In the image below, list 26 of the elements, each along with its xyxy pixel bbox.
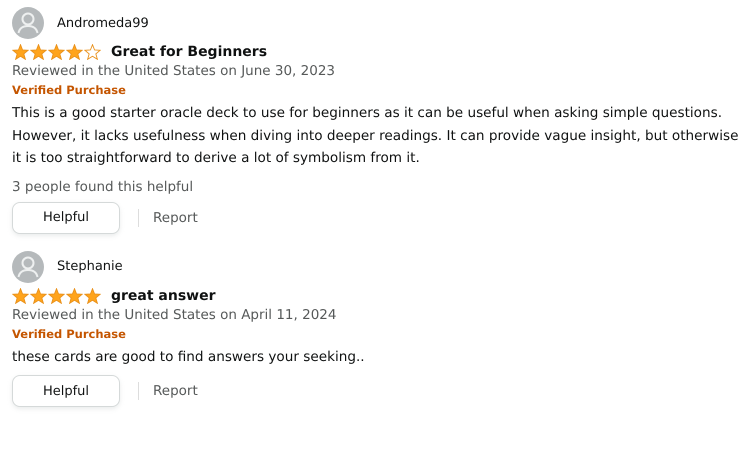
helpful-button[interactable]: Helpful	[12, 375, 120, 407]
verified-purchase-label: Verified Purchase	[12, 83, 127, 97]
helpful-count: 3 people found this helpful	[12, 178, 194, 194]
review-title[interactable]: great answer	[111, 288, 216, 304]
star-icon	[66, 288, 83, 304]
review-date: Reviewed in the United States on June 30, 2023	[12, 63, 336, 79]
report-link[interactable]: Report	[153, 383, 198, 399]
avatar-icon	[12, 7, 44, 39]
reviewer-name[interactable]: Andromeda99	[57, 16, 149, 30]
avatar-icon	[12, 250, 44, 282]
star-icon	[12, 44, 29, 60]
star-icon	[30, 44, 47, 60]
review-text: these cards are good to find answers your seeking..	[12, 348, 366, 366]
review-text: This is a good starter oracle deck to use for beginners as it can be useful when asking simple questions. However, it lacks usefulness when diving into deeper readings. It can provide vague insight, but otherwise it is too straightforward to derive a lot of symbolism from it.	[12, 104, 740, 168]
review-date: Reviewed in the United States on April 11, 2024	[12, 306, 338, 322]
star-icon	[30, 288, 47, 304]
verified-purchase-label: Verified Purchase	[12, 326, 127, 340]
report-link[interactable]: Report	[153, 210, 198, 226]
star-icon	[48, 44, 65, 60]
review-title[interactable]: Great for Beginners	[111, 44, 268, 60]
reviewer-name[interactable]: Stephanie	[57, 259, 123, 274]
helpful-button[interactable]: Helpful	[12, 202, 120, 234]
star-icon	[66, 44, 83, 60]
star-icon	[48, 288, 65, 304]
star-icon	[12, 288, 29, 304]
star-icon	[84, 288, 101, 304]
